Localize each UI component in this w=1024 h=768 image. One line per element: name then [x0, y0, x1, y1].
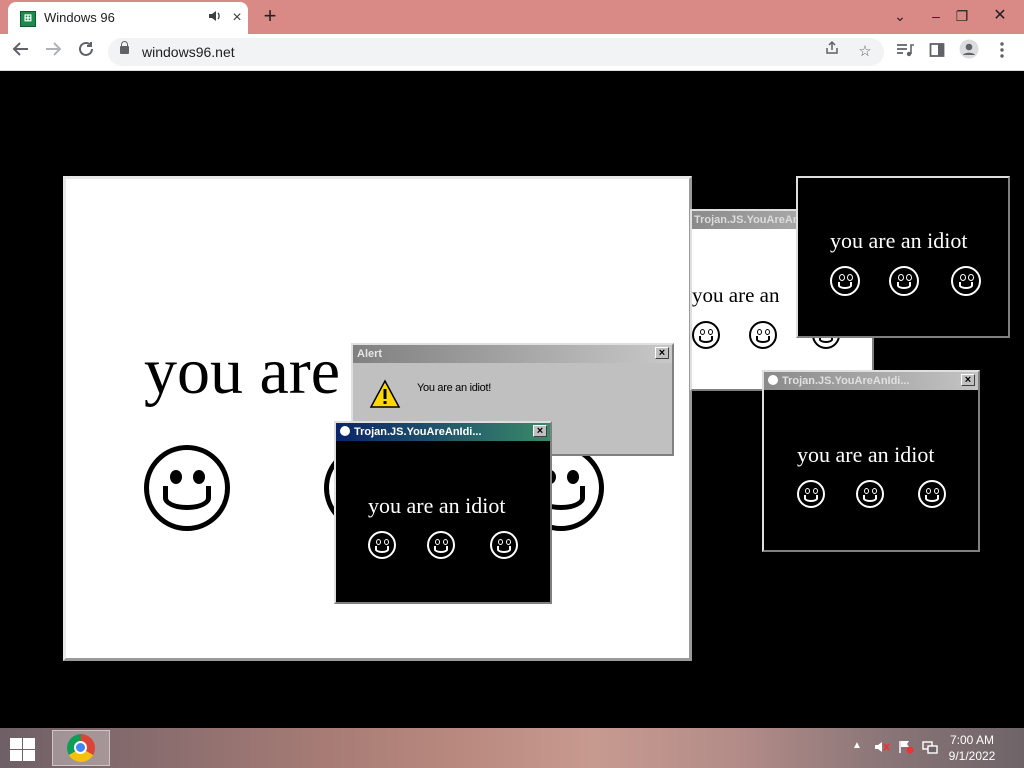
side-panel-icon[interactable] — [924, 39, 950, 65]
idiot-text: you are an idiot — [830, 228, 968, 253]
volume-muted-icon[interactable] — [874, 740, 890, 757]
smiley-icon — [889, 266, 919, 296]
action-center-flag-icon[interactable] — [898, 740, 914, 757]
smiley-icon — [490, 531, 518, 559]
forward-arrow-icon[interactable] — [40, 39, 66, 65]
smiley-icon — [951, 266, 981, 296]
new-tab-button[interactable]: + — [258, 4, 282, 28]
reload-icon[interactable] — [73, 39, 99, 65]
trojan-window-top-right[interactable]: you are an idiot — [796, 176, 1010, 338]
taskbar: ▲ 7:00 AM 9/1/2022 — [0, 728, 1024, 768]
windows96-favicon-icon: ⊞ — [20, 11, 36, 27]
smiley-icon — [918, 480, 946, 508]
smiley-icon — [340, 426, 350, 436]
tab-audio-icon[interactable] — [206, 8, 224, 28]
window-titlebar[interactable]: Trojan.JS.YouAreAnIdi... × — [336, 423, 550, 441]
smiley-icon — [856, 480, 884, 508]
network-icon[interactable] — [922, 740, 938, 757]
idiot-text: you are an — [692, 283, 780, 307]
smiley-icon — [144, 445, 230, 531]
warning-icon — [369, 379, 401, 409]
trojan-window-front[interactable]: Trojan.JS.YouAreAnIdi... × you are an id… — [334, 421, 552, 604]
back-arrow-icon[interactable] — [8, 39, 34, 65]
idiot-text: you are an idiot — [797, 442, 935, 467]
windows-start-icon[interactable] — [8, 736, 38, 762]
browser-toolbar: windows96.net ☆ — [0, 34, 1024, 71]
media-control-icon[interactable] — [892, 39, 918, 65]
browser-titlebar: ⊞ Windows 96 × + ⌄ – ❐ ✕ — [0, 0, 1024, 34]
smiley-icon — [368, 531, 396, 559]
window-title: Trojan.JS.YouAreAnIdi... — [354, 426, 482, 438]
close-icon[interactable]: × — [533, 425, 547, 437]
alert-titlebar[interactable]: Alert × — [353, 345, 672, 363]
smiley-icon — [768, 375, 778, 385]
window-titlebar[interactable]: Trojan.JS.YouAreAnIdi... × — [764, 372, 978, 390]
tray-chevron-up-icon[interactable]: ▲ — [852, 740, 862, 751]
lock-icon[interactable] — [120, 41, 129, 54]
star-icon[interactable]: ☆ — [853, 40, 877, 64]
share-icon[interactable] — [820, 40, 844, 64]
idiot-text: you are an idiot — [368, 493, 506, 518]
clock-date: 9/1/2022 — [948, 749, 996, 763]
smiley-icon — [427, 531, 455, 559]
tab-title: Windows 96 — [44, 10, 115, 25]
close-window-icon[interactable]: ✕ — [984, 2, 1016, 30]
profile-icon[interactable] — [956, 39, 982, 65]
smiley-icon — [692, 321, 720, 349]
taskbar-clock[interactable]: 7:00 AM 9/1/2022 — [942, 732, 1002, 764]
trojan-window-mid-right[interactable]: Trojan.JS.YouAreAnIdi... × you are an id… — [762, 370, 980, 552]
browser-tab[interactable]: ⊞ Windows 96 × — [8, 2, 248, 34]
smiley-icon — [749, 321, 777, 349]
clock-time: 7:00 AM — [949, 733, 995, 747]
url-text: windows96.net — [142, 44, 235, 60]
tab-close-icon[interactable]: × — [228, 8, 246, 28]
close-icon[interactable]: × — [961, 374, 975, 386]
kebab-menu-icon[interactable] — [989, 39, 1015, 65]
taskbar-chrome-button[interactable] — [52, 730, 110, 766]
close-icon[interactable]: × — [655, 347, 669, 359]
restore-icon[interactable]: ❐ — [946, 2, 978, 30]
tab-search-icon[interactable]: ⌄ — [884, 2, 916, 30]
smiley-icon — [830, 266, 860, 296]
alert-title: Alert — [357, 348, 383, 360]
window-title: Trojan.JS.YouAreAnIdi... — [782, 375, 910, 387]
page-viewport: you are an idiot Trojan.JS.YouAreAnIdi y… — [0, 71, 1024, 728]
smiley-icon — [797, 480, 825, 508]
address-bar[interactable]: windows96.net ☆ — [108, 38, 884, 66]
window-title: Trojan.JS.YouAreAnIdi — [694, 214, 813, 226]
alert-message: You are an idiot! — [417, 382, 492, 394]
chrome-icon — [67, 734, 95, 762]
